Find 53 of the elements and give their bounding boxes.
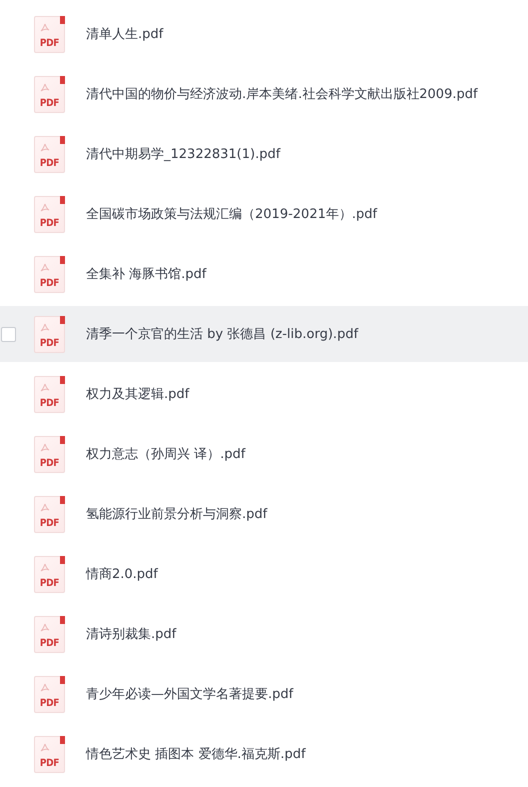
file-type-label: PDF (40, 458, 60, 468)
acrobat-mark-icon (40, 622, 50, 632)
acrobat-mark-icon (40, 442, 50, 452)
file-type-label: PDF (40, 638, 60, 648)
file-name[interactable]: 清代中国的物价与经济波动.岸本美绪.社会科学文献出版社2009.pdf (86, 85, 478, 103)
file-name[interactable]: 氢能源行业前景分析与洞察.pdf (86, 505, 268, 523)
file-row[interactable]: PDF 清季一个京官的生活 by 张德昌 (z-lib.org).pdf (0, 306, 528, 362)
acrobat-mark-icon (40, 142, 50, 152)
file-type-label: PDF (40, 38, 60, 48)
acrobat-mark-icon (40, 682, 50, 692)
file-type-label: PDF (40, 158, 60, 168)
file-row[interactable]: PDF 情商2.0.pdf (0, 546, 528, 602)
file-row[interactable]: PDF 清诗别裁集.pdf (0, 606, 528, 662)
file-row[interactable]: PDF 情色艺术史 插图本 爱德华.福克斯.pdf (0, 726, 528, 782)
acrobat-mark-icon (40, 562, 50, 572)
file-type-label: PDF (40, 278, 60, 288)
file-name[interactable]: 清代中期易学_12322831(1).pdf (86, 145, 280, 163)
file-name[interactable]: 全集补 海豚书馆.pdf (86, 265, 206, 283)
file-type-label: PDF (40, 218, 60, 228)
acrobat-mark-icon (40, 22, 50, 32)
file-name[interactable]: 清季一个京官的生活 by 张德昌 (z-lib.org).pdf (86, 325, 358, 343)
file-type-label: PDF (40, 758, 60, 768)
file-row[interactable]: PDF 氢能源行业前景分析与洞察.pdf (0, 486, 528, 542)
file-type-label: PDF (40, 98, 60, 108)
file-row[interactable]: PDF 权力意志（孙周兴 译）.pdf (0, 426, 528, 482)
file-row[interactable]: PDF 清代中国的物价与经济波动.岸本美绪.社会科学文献出版社2009.pdf (0, 66, 528, 122)
file-type-label: PDF (40, 518, 60, 528)
acrobat-mark-icon (40, 742, 50, 752)
file-type-label: PDF (40, 338, 60, 348)
file-name[interactable]: 全国碳市场政策与法规汇编（2019-2021年）.pdf (86, 205, 378, 223)
acrobat-mark-icon (40, 262, 50, 272)
file-row[interactable]: PDF 全国碳市场政策与法规汇编（2019-2021年）.pdf (0, 186, 528, 242)
acrobat-mark-icon (40, 82, 50, 92)
acrobat-mark-icon (40, 502, 50, 512)
file-name[interactable]: 清诗别裁集.pdf (86, 625, 176, 643)
acrobat-mark-icon (40, 322, 50, 332)
file-row[interactable]: PDF 清单人生.pdf (0, 6, 528, 62)
acrobat-mark-icon (40, 202, 50, 212)
file-type-label: PDF (40, 578, 60, 588)
file-row[interactable]: PDF 权力及其逻辑.pdf (0, 366, 528, 422)
file-name[interactable]: 权力及其逻辑.pdf (86, 385, 190, 403)
file-name[interactable]: 情色艺术史 插图本 爱德华.福克斯.pdf (86, 745, 306, 763)
checkbox[interactable] (1, 327, 16, 342)
file-type-label: PDF (40, 698, 60, 708)
file-row[interactable]: PDF 全集补 海豚书馆.pdf (0, 246, 528, 302)
acrobat-mark-icon (40, 382, 50, 392)
file-name[interactable]: 情商2.0.pdf (86, 565, 158, 583)
file-type-label: PDF (40, 398, 60, 408)
file-row[interactable]: PDF 青少年必读—外国文学名著提要.pdf (0, 666, 528, 722)
file-name[interactable]: 权力意志（孙周兴 译）.pdf (86, 445, 246, 463)
file-name[interactable]: 青少年必读—外国文学名著提要.pdf (86, 685, 294, 703)
file-row[interactable]: PDF 清代中期易学_12322831(1).pdf (0, 126, 528, 182)
file-name[interactable]: 清单人生.pdf (86, 25, 164, 43)
